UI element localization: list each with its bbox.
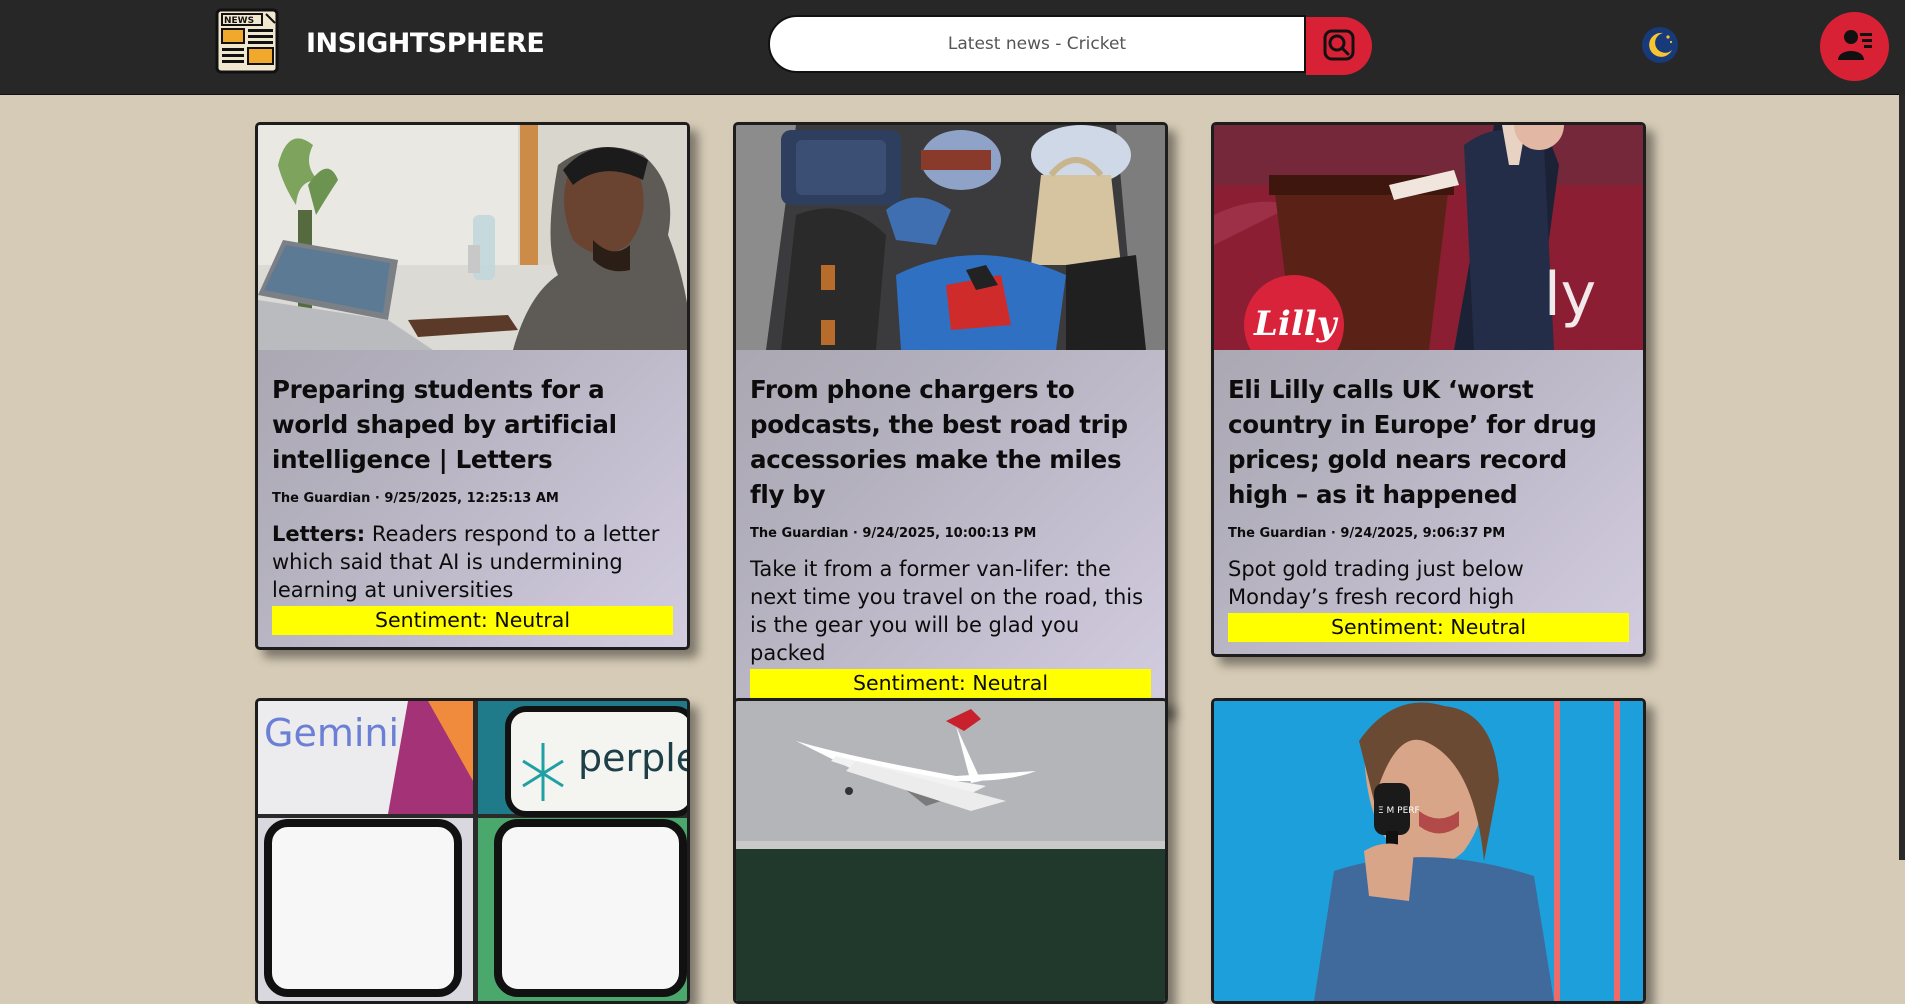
user-profile-icon (1837, 27, 1873, 67)
article-source-date: The Guardian · 9/25/2025, 12:25:13 AM (272, 491, 559, 506)
article-description: Spot gold trading just below Monday’s fr… (1228, 557, 1524, 609)
moon-icon (1641, 27, 1679, 68)
card-body: Eli Lilly calls UK ‘worst country in Eur… (1214, 350, 1643, 654)
description-label: Letters: (272, 522, 366, 546)
profile-button[interactable] (1820, 12, 1889, 81)
card-body: Preparing students for a world shaped by… (258, 350, 687, 647)
sentiment-badge: Sentiment: Neutral (1228, 613, 1629, 642)
news-card[interactable]: From phone chargers to podcasts, the bes… (733, 122, 1168, 713)
article-title[interactable]: Preparing students for a world shaped by… (272, 372, 673, 477)
article-image[interactable] (736, 125, 1165, 350)
svg-text:ly: ly (1544, 260, 1596, 330)
news-card[interactable]: Ξ M PERF (1211, 698, 1646, 1004)
news-card[interactable]: Lilly ly Eli Lilly calls UK ‘worst count… (1211, 122, 1646, 657)
svg-text:NEWS: NEWS (224, 16, 254, 26)
site-title[interactable]: INSIGHTSPHERE (306, 28, 545, 59)
article-image[interactable]: Gemini perplex (258, 701, 687, 1001)
article-description: Take it from a former van-lifer: the nex… (750, 557, 1144, 665)
sentiment-badge: Sentiment: Neutral (272, 606, 673, 635)
top-navbar: NEWS INSIGHTSPHERE (0, 0, 1905, 95)
search-icon (1322, 28, 1356, 65)
search-box (768, 15, 1306, 73)
article-source-date: The Guardian · 9/24/2025, 9:06:37 PM (1228, 526, 1506, 541)
lilly-logo: Lilly (1253, 304, 1339, 344)
mic-flag-text: Ξ M PERF (1378, 806, 1420, 816)
search-input[interactable] (815, 33, 1259, 55)
news-card[interactable]: Gemini perplex (255, 698, 690, 1004)
article-image[interactable] (736, 701, 1165, 1001)
article-image[interactable] (258, 125, 687, 350)
theme-toggle[interactable] (1641, 26, 1679, 64)
card-body: From phone chargers to podcasts, the bes… (736, 350, 1165, 710)
article-source-date: The Guardian · 9/24/2025, 10:00:13 PM (750, 526, 1037, 541)
newspaper-icon[interactable]: NEWS (215, 8, 281, 78)
search-button[interactable] (1306, 17, 1372, 75)
gemini-text: Gemini (264, 711, 399, 755)
sentiment-badge: Sentiment: Neutral (750, 669, 1151, 698)
news-card[interactable]: Preparing students for a world shaped by… (255, 122, 690, 650)
scrollbar[interactable] (1899, 94, 1905, 860)
article-title[interactable]: Eli Lilly calls UK ‘worst country in Eur… (1228, 372, 1629, 512)
article-title[interactable]: From phone chargers to podcasts, the bes… (750, 372, 1151, 512)
article-image[interactable]: Lilly ly (1214, 125, 1643, 350)
news-card[interactable] (733, 698, 1168, 1004)
perplexity-text: perplex (578, 736, 687, 780)
article-image[interactable]: Ξ M PERF (1214, 701, 1643, 1001)
article-description: Letters: Readers respond to a letter whi… (272, 520, 673, 604)
